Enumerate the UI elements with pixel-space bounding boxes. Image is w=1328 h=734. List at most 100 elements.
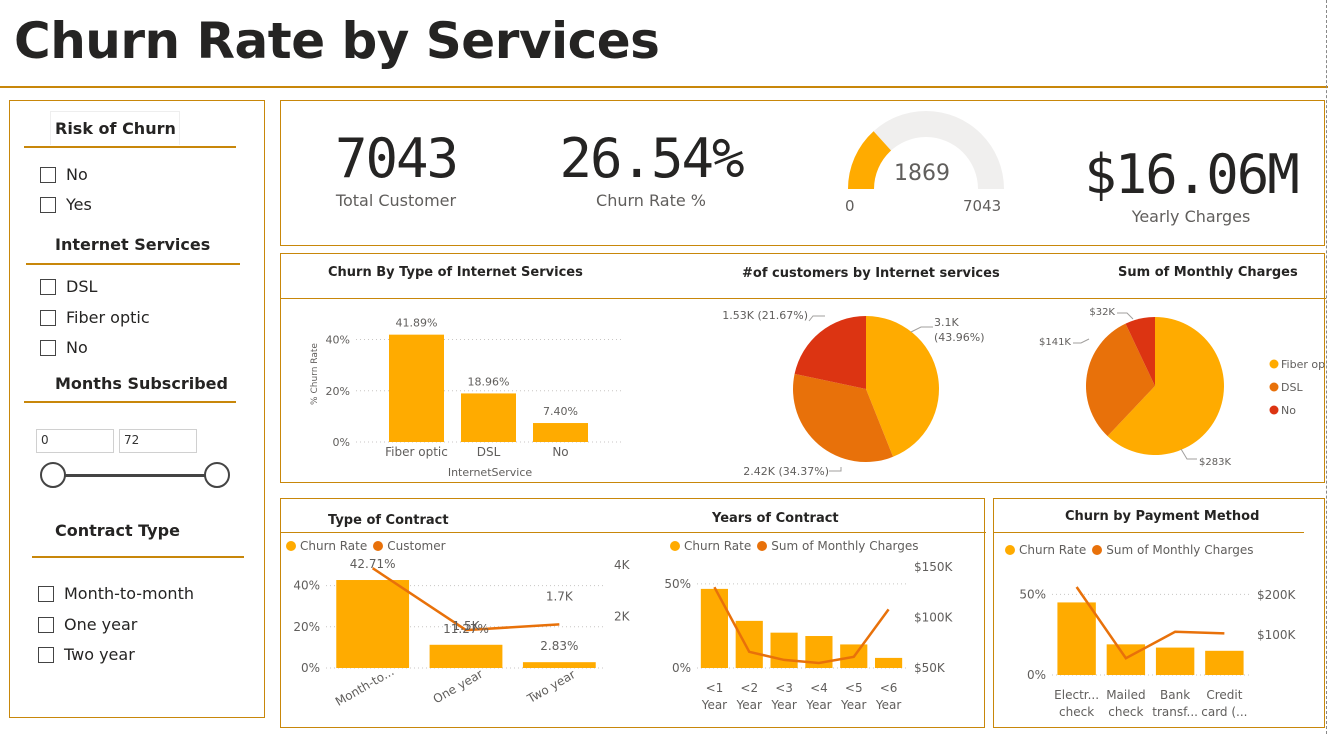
checkbox[interactable] <box>40 309 56 326</box>
customers-by-internet-chart: 3.1K (43.96%) 2.42K (34.37%) 1.53K (21.67%) <box>722 309 985 478</box>
monthly-charges-chart: $283K $141K $32K Fiber optic DSL No <box>1039 307 1325 468</box>
gauge-value: 1869 <box>894 161 950 186</box>
slice-label: 2.42K (34.37%) <box>743 465 829 478</box>
checkbox[interactable] <box>38 585 54 602</box>
legend-dot <box>1269 382 1279 392</box>
canvas-edge <box>1326 0 1327 734</box>
risk-slicer-rule <box>24 146 236 148</box>
series-line <box>1075 586 1225 660</box>
x-tick-label: Year <box>770 698 796 712</box>
total-customer-value: 7043 <box>334 127 459 190</box>
x-tick-label: Year <box>805 698 831 712</box>
panel-divider <box>281 532 986 533</box>
x-tick-label: <4 <box>810 681 828 695</box>
x-tick-label: <1 <box>706 681 724 695</box>
gauge-max-label: 7043 <box>963 197 1002 215</box>
contract-option-one-year[interactable]: One year <box>38 615 137 634</box>
x-tick-label: check <box>1059 705 1094 719</box>
churn-by-internet-chart: 0% 20% 40% % Churn Rate 41.89% Fiber optic 18.… <box>310 317 621 479</box>
months-min-input[interactable]: 0 <box>36 429 114 453</box>
y-axis-title: % Churn Rate <box>310 343 320 405</box>
legend-label: Churn Rate <box>684 539 752 553</box>
option-label: Fiber optic <box>66 308 150 327</box>
y2-tick-label: $150K <box>914 560 954 574</box>
bar <box>874 657 903 668</box>
x-tick-label: check <box>1108 705 1143 719</box>
x-tick-label: Fiber optic <box>385 445 448 459</box>
internet-option-dsl[interactable]: DSL <box>40 277 97 296</box>
x-axis-title: InternetService <box>448 466 533 479</box>
slice-pct-label: (43.96%) <box>934 331 985 344</box>
bar <box>461 393 516 442</box>
legend-dot <box>286 541 296 551</box>
payment-method-chart: 0% 50% $100K $200K Electr... check Mailed check… <box>1019 586 1297 719</box>
contract-option-two-year[interactable]: Two year <box>38 645 135 664</box>
payment-method-title: Churn by Payment Method <box>1065 509 1260 524</box>
slice-label: $32K <box>1089 307 1115 318</box>
line-data-label: 1.5K <box>453 619 481 633</box>
x-tick-label: Credit <box>1206 688 1242 702</box>
months-slicer-title: Months Subscribed <box>55 374 228 393</box>
x-tick-label: Two year <box>524 667 578 706</box>
option-label: Yes <box>66 195 92 214</box>
option-label: DSL <box>66 277 98 296</box>
bar <box>389 334 444 442</box>
y-tick-label: 40% <box>326 334 350 347</box>
risk-option-yes[interactable]: Yes <box>40 195 92 214</box>
bar <box>533 423 588 442</box>
legend-label: Fiber optic <box>1281 358 1325 371</box>
y2-tick-label: $100K <box>914 611 954 625</box>
panel-divider <box>994 532 1304 533</box>
slice-label: $283K <box>1199 457 1231 468</box>
leader-line <box>1073 338 1090 344</box>
internet-option-no[interactable]: No <box>40 338 88 357</box>
checkbox[interactable] <box>40 278 56 295</box>
type-of-contract-chart: 0% 20% 40% 2K 4K Month-to... One year Two year 4… <box>293 557 631 709</box>
contract-legend: Churn Rate Customer <box>286 539 446 553</box>
internet-slicer-rule <box>26 263 240 265</box>
legend-label: Customer <box>387 539 446 553</box>
slice-label: $141K <box>1039 337 1071 348</box>
contract-option-month[interactable]: Month-to-month <box>38 584 194 603</box>
data-label: 7.40% <box>543 405 578 418</box>
checkbox[interactable] <box>38 646 54 663</box>
months-slider-max-handle[interactable] <box>204 462 230 488</box>
y-tick-label: 0% <box>1027 668 1046 682</box>
churn-rate-label: Churn Rate % <box>596 191 706 210</box>
legend-label: DSL <box>1281 381 1303 394</box>
leader-line <box>1117 312 1134 320</box>
leader-line <box>910 326 933 333</box>
x-tick-label: Electr... <box>1054 688 1099 702</box>
checkbox[interactable] <box>40 166 56 183</box>
legend-label: Churn Rate <box>300 539 368 553</box>
option-label: One year <box>64 615 138 634</box>
gauge-min-label: 0 <box>845 197 855 215</box>
months-slider-min-handle[interactable] <box>40 462 66 488</box>
filter-panel: Risk of Churn No Yes Internet Services D… <box>9 100 265 718</box>
x-tick-label: transf... <box>1152 705 1198 719</box>
x-tick-label: Year <box>701 698 727 712</box>
y-tick-label: 40% <box>293 579 320 593</box>
bar <box>336 580 410 668</box>
y2-tick-label: 2K <box>614 610 631 624</box>
y-tick-label: 50% <box>1019 587 1046 601</box>
months-max-input[interactable]: 72 <box>119 429 197 453</box>
y-tick-label: 0% <box>672 661 691 675</box>
option-label: No <box>66 165 88 184</box>
x-tick-label: Month-to... <box>333 664 396 709</box>
risk-option-no[interactable]: No <box>40 165 88 184</box>
internet-option-fiber[interactable]: Fiber optic <box>40 308 150 327</box>
x-tick-label: <6 <box>880 681 898 695</box>
payment-legend: Churn Rate Sum of Monthly Charges <box>1005 543 1254 557</box>
y2-tick-label: $200K <box>1257 588 1297 602</box>
type-of-contract-title: Type of Contract <box>328 513 449 528</box>
x-tick-label: Year <box>875 698 901 712</box>
checkbox[interactable] <box>40 196 56 213</box>
months-slicer-rule <box>24 401 236 403</box>
checkbox[interactable] <box>38 616 54 633</box>
checkbox[interactable] <box>40 339 56 356</box>
legend-dot <box>1269 405 1279 415</box>
option-label: Month-to-month <box>64 584 194 603</box>
months-slider-track[interactable] <box>52 474 218 477</box>
legend-dot <box>1005 545 1015 555</box>
